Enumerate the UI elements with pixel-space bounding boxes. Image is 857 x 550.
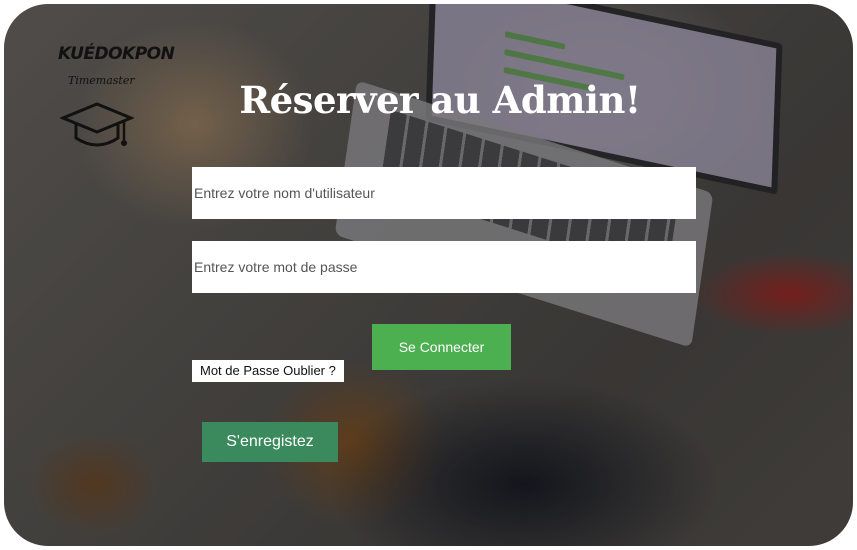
brand-name: KUÉDOKPON	[58, 44, 175, 64]
forgot-password-link[interactable]: Mot de Passe Oublier ?	[192, 360, 344, 382]
username-input[interactable]	[192, 167, 696, 219]
screen-bar	[504, 31, 566, 50]
password-input[interactable]	[192, 241, 696, 293]
register-button[interactable]: S'enregistez	[202, 422, 338, 462]
connect-button[interactable]: Se Connecter	[372, 324, 511, 370]
page-title: Réserver au Admin!	[239, 78, 641, 122]
